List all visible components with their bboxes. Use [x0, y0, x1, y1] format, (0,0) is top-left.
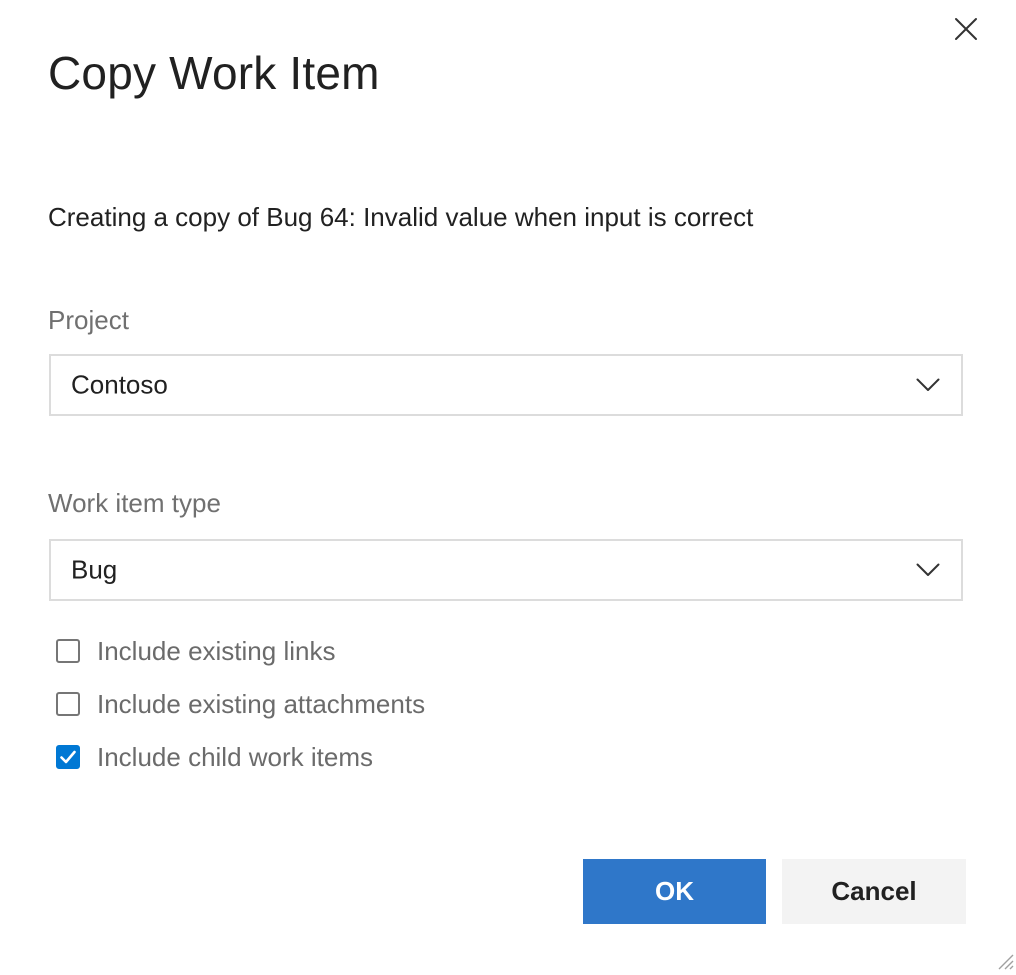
work-item-type-dropdown[interactable]: Bug [49, 539, 963, 601]
dialog-description: Creating a copy of Bug 64: Invalid value… [48, 202, 754, 232]
include-child-work-items-option[interactable]: Include child work items [56, 740, 373, 774]
include-child-work-items-label: Include child work items [97, 741, 373, 772]
project-label: Project [48, 305, 129, 335]
include-existing-attachments-label: Include existing attachments [97, 688, 426, 719]
project-dropdown[interactable]: Contoso [49, 354, 963, 416]
cancel-button[interactable]: Cancel [782, 859, 966, 924]
project-dropdown-value: Contoso [71, 369, 168, 400]
chevron-down-icon [915, 377, 941, 393]
ok-button[interactable]: OK [583, 859, 766, 924]
include-child-work-items-checkbox[interactable] [56, 745, 80, 769]
include-existing-links-checkbox[interactable] [56, 639, 80, 663]
checkmark-icon [60, 750, 76, 764]
include-existing-attachments-checkbox[interactable] [56, 692, 80, 716]
dialog-title: Copy Work Item [48, 47, 380, 99]
work-item-type-dropdown-value: Bug [71, 554, 118, 585]
close-button[interactable] [949, 12, 983, 46]
chevron-down-icon [915, 562, 941, 578]
copy-work-item-dialog: Copy Work Item Creating a copy of Bug 64… [0, 0, 1016, 972]
resize-grip-icon[interactable] [992, 948, 1014, 970]
work-item-type-label: Work item type [48, 488, 221, 518]
include-existing-links-option[interactable]: Include existing links [56, 634, 335, 668]
close-icon [955, 18, 977, 40]
include-existing-attachments-option[interactable]: Include existing attachments [56, 687, 425, 721]
include-existing-links-label: Include existing links [97, 635, 336, 666]
